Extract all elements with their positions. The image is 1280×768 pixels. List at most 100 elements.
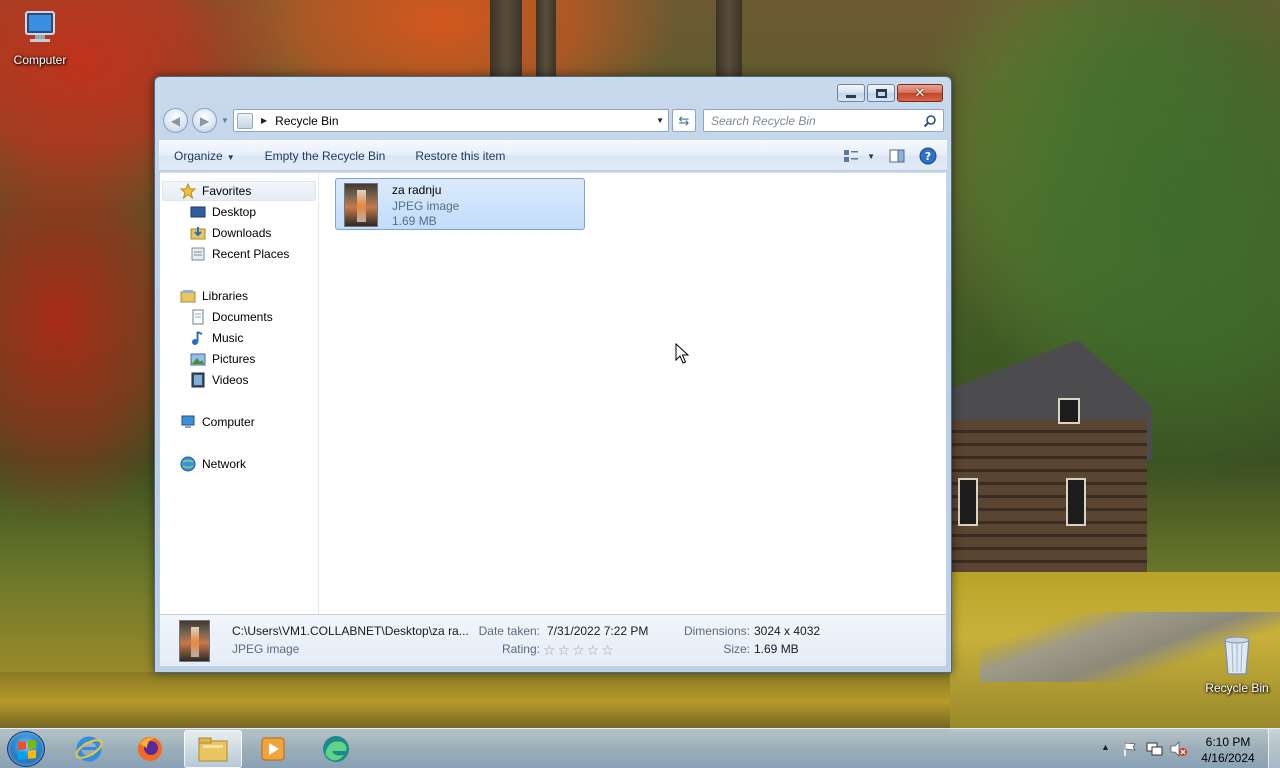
music-icon <box>190 330 206 346</box>
organize-button[interactable]: Organize ▼ <box>159 149 250 163</box>
search-input[interactable]: Search Recycle Bin <box>703 109 944 132</box>
videos-icon <box>190 372 206 388</box>
recycle-bin-icon <box>1197 632 1277 679</box>
close-icon: ✕ <box>914 85 926 100</box>
clock[interactable]: 6:10 PM 4/16/2024 <box>1198 734 1258 766</box>
libraries-icon <box>180 288 196 304</box>
maximize-button[interactable] <box>867 84 895 102</box>
details-path: C:\Users\VM1.COLLABNET\Desktop\za ra... <box>232 624 469 638</box>
nav-label: Favorites <box>202 184 252 198</box>
start-button[interactable] <box>7 731 45 767</box>
nav-label: Downloads <box>212 226 272 240</box>
change-view-button[interactable]: ▼ <box>843 149 875 163</box>
nav-label: Documents <box>212 310 273 324</box>
restore-item-button[interactable]: Restore this item <box>400 149 520 163</box>
file-item[interactable]: za radnju JPEG image 1.69 MB <box>335 178 585 230</box>
nav-label: Network <box>202 457 247 471</box>
folder-icon <box>198 737 228 762</box>
preview-pane-icon[interactable] <box>889 149 905 163</box>
desktop-icon-computer[interactable]: Computer <box>0 8 80 67</box>
nav-computer[interactable]: Computer <box>180 412 255 432</box>
taskbar-media-player[interactable] <box>244 730 302 768</box>
nav-documents[interactable]: Documents <box>190 307 273 327</box>
date-taken-value[interactable]: 7/31/2022 7:22 PM <box>547 624 648 638</box>
file-type: JPEG image <box>392 199 460 213</box>
help-icon[interactable]: ? <box>919 147 937 165</box>
mouse-cursor-icon <box>675 343 689 364</box>
date-taken-label: Date taken: <box>478 624 540 638</box>
action-center-flag-icon[interactable] <box>1122 741 1138 757</box>
minimize-icon <box>846 94 856 98</box>
recent-places-icon <box>190 246 206 262</box>
cabin-window <box>1066 478 1086 526</box>
nav-label: Computer <box>202 415 255 429</box>
meadow <box>0 672 950 732</box>
file-size: 1.69 MB <box>392 214 437 228</box>
search-icon[interactable] <box>923 114 937 128</box>
file-name: za radnju <box>392 183 442 197</box>
breadcrumb-location[interactable]: Recycle Bin <box>275 114 338 128</box>
nav-label: Recent Places <box>212 247 290 261</box>
rating-stars[interactable]: ☆☆☆☆☆ <box>543 642 616 659</box>
refresh-button[interactable]: ⇆ <box>672 109 696 132</box>
nav-label: Desktop <box>212 205 257 219</box>
cabin-wall <box>952 420 1147 572</box>
refresh-icon: ⇆ <box>678 112 690 128</box>
network-status-icon[interactable] <box>1146 741 1164 757</box>
view-controls: ▼ ? <box>843 147 937 165</box>
breadcrumb-arrow-icon[interactable]: ▶ <box>261 116 267 125</box>
pictures-icon <box>190 351 206 367</box>
nav-label: Videos <box>212 373 249 387</box>
show-desktop-button[interactable] <box>1268 729 1280 768</box>
forward-arrow-icon: ▶ <box>199 113 210 128</box>
cabin-window <box>1058 398 1080 424</box>
svg-text:?: ? <box>925 150 931 163</box>
nav-videos[interactable]: Videos <box>190 370 248 390</box>
minimize-button[interactable] <box>837 84 865 102</box>
title-bar-buttons: ✕ <box>837 84 943 102</box>
tree-trunk <box>490 0 522 76</box>
address-dropdown-icon[interactable]: ▼ <box>656 116 664 125</box>
tree-trunk <box>536 0 556 76</box>
nav-network[interactable]: Network <box>180 454 246 474</box>
empty-recycle-bin-button[interactable]: Empty the Recycle Bin <box>250 149 401 163</box>
cabin-window <box>958 478 978 526</box>
nav-libraries[interactable]: Libraries <box>180 286 248 306</box>
close-button[interactable]: ✕ <box>897 84 943 102</box>
nav-pictures[interactable]: Pictures <box>190 349 255 369</box>
nav-downloads[interactable]: Downloads <box>190 223 271 243</box>
navigation-pane: Favorites Desktop Downloads Recent Place… <box>160 173 319 615</box>
taskbar-internet-explorer[interactable] <box>60 730 118 768</box>
details-thumbnail <box>179 620 210 662</box>
volume-muted-icon[interactable] <box>1170 741 1188 757</box>
desktop-icon-recycle-bin[interactable]: Recycle Bin <box>1197 632 1277 695</box>
address-bar[interactable]: ▶ Recycle Bin ▼ <box>233 109 669 132</box>
nav-recent-places[interactable]: Recent Places <box>190 244 289 264</box>
tree-trunk <box>716 0 742 76</box>
taskbar-windows-explorer[interactable] <box>184 730 242 768</box>
edge-icon <box>323 736 349 762</box>
computer-icon <box>180 414 196 430</box>
taskbar-firefox[interactable] <box>121 730 179 768</box>
recycle-bin-small-icon <box>237 112 253 129</box>
chevron-down-icon: ▼ <box>226 152 235 162</box>
nav-favorites[interactable]: Favorites <box>162 181 316 201</box>
explorer-window[interactable]: ✕ ◀ ▶ ▼ ▶ Recycle Bin ▼ ⇆ Search Recycle… <box>154 76 952 673</box>
recent-pages-dropdown[interactable]: ▼ <box>221 116 229 125</box>
computer-icon <box>0 8 80 51</box>
documents-icon <box>190 309 206 325</box>
organize-label: Organize <box>174 148 223 163</box>
nav-music[interactable]: Music <box>190 328 243 348</box>
maximize-icon <box>875 88 887 98</box>
nav-label: Music <box>212 331 244 345</box>
nav-label: Libraries <box>202 289 249 303</box>
star-icon <box>179 182 197 200</box>
show-hidden-icons-button[interactable]: ▲ <box>1101 742 1110 752</box>
forward-button[interactable]: ▶ <box>192 108 217 133</box>
taskbar: ▲ 6:10 PM 4/16/2024 <box>0 728 1280 768</box>
clock-time: 6:10 PM <box>1205 735 1251 749</box>
rating-label: Rating: <box>501 642 540 656</box>
back-button[interactable]: ◀ <box>163 108 188 133</box>
taskbar-edge[interactable] <box>307 730 365 768</box>
nav-desktop[interactable]: Desktop <box>190 202 256 222</box>
